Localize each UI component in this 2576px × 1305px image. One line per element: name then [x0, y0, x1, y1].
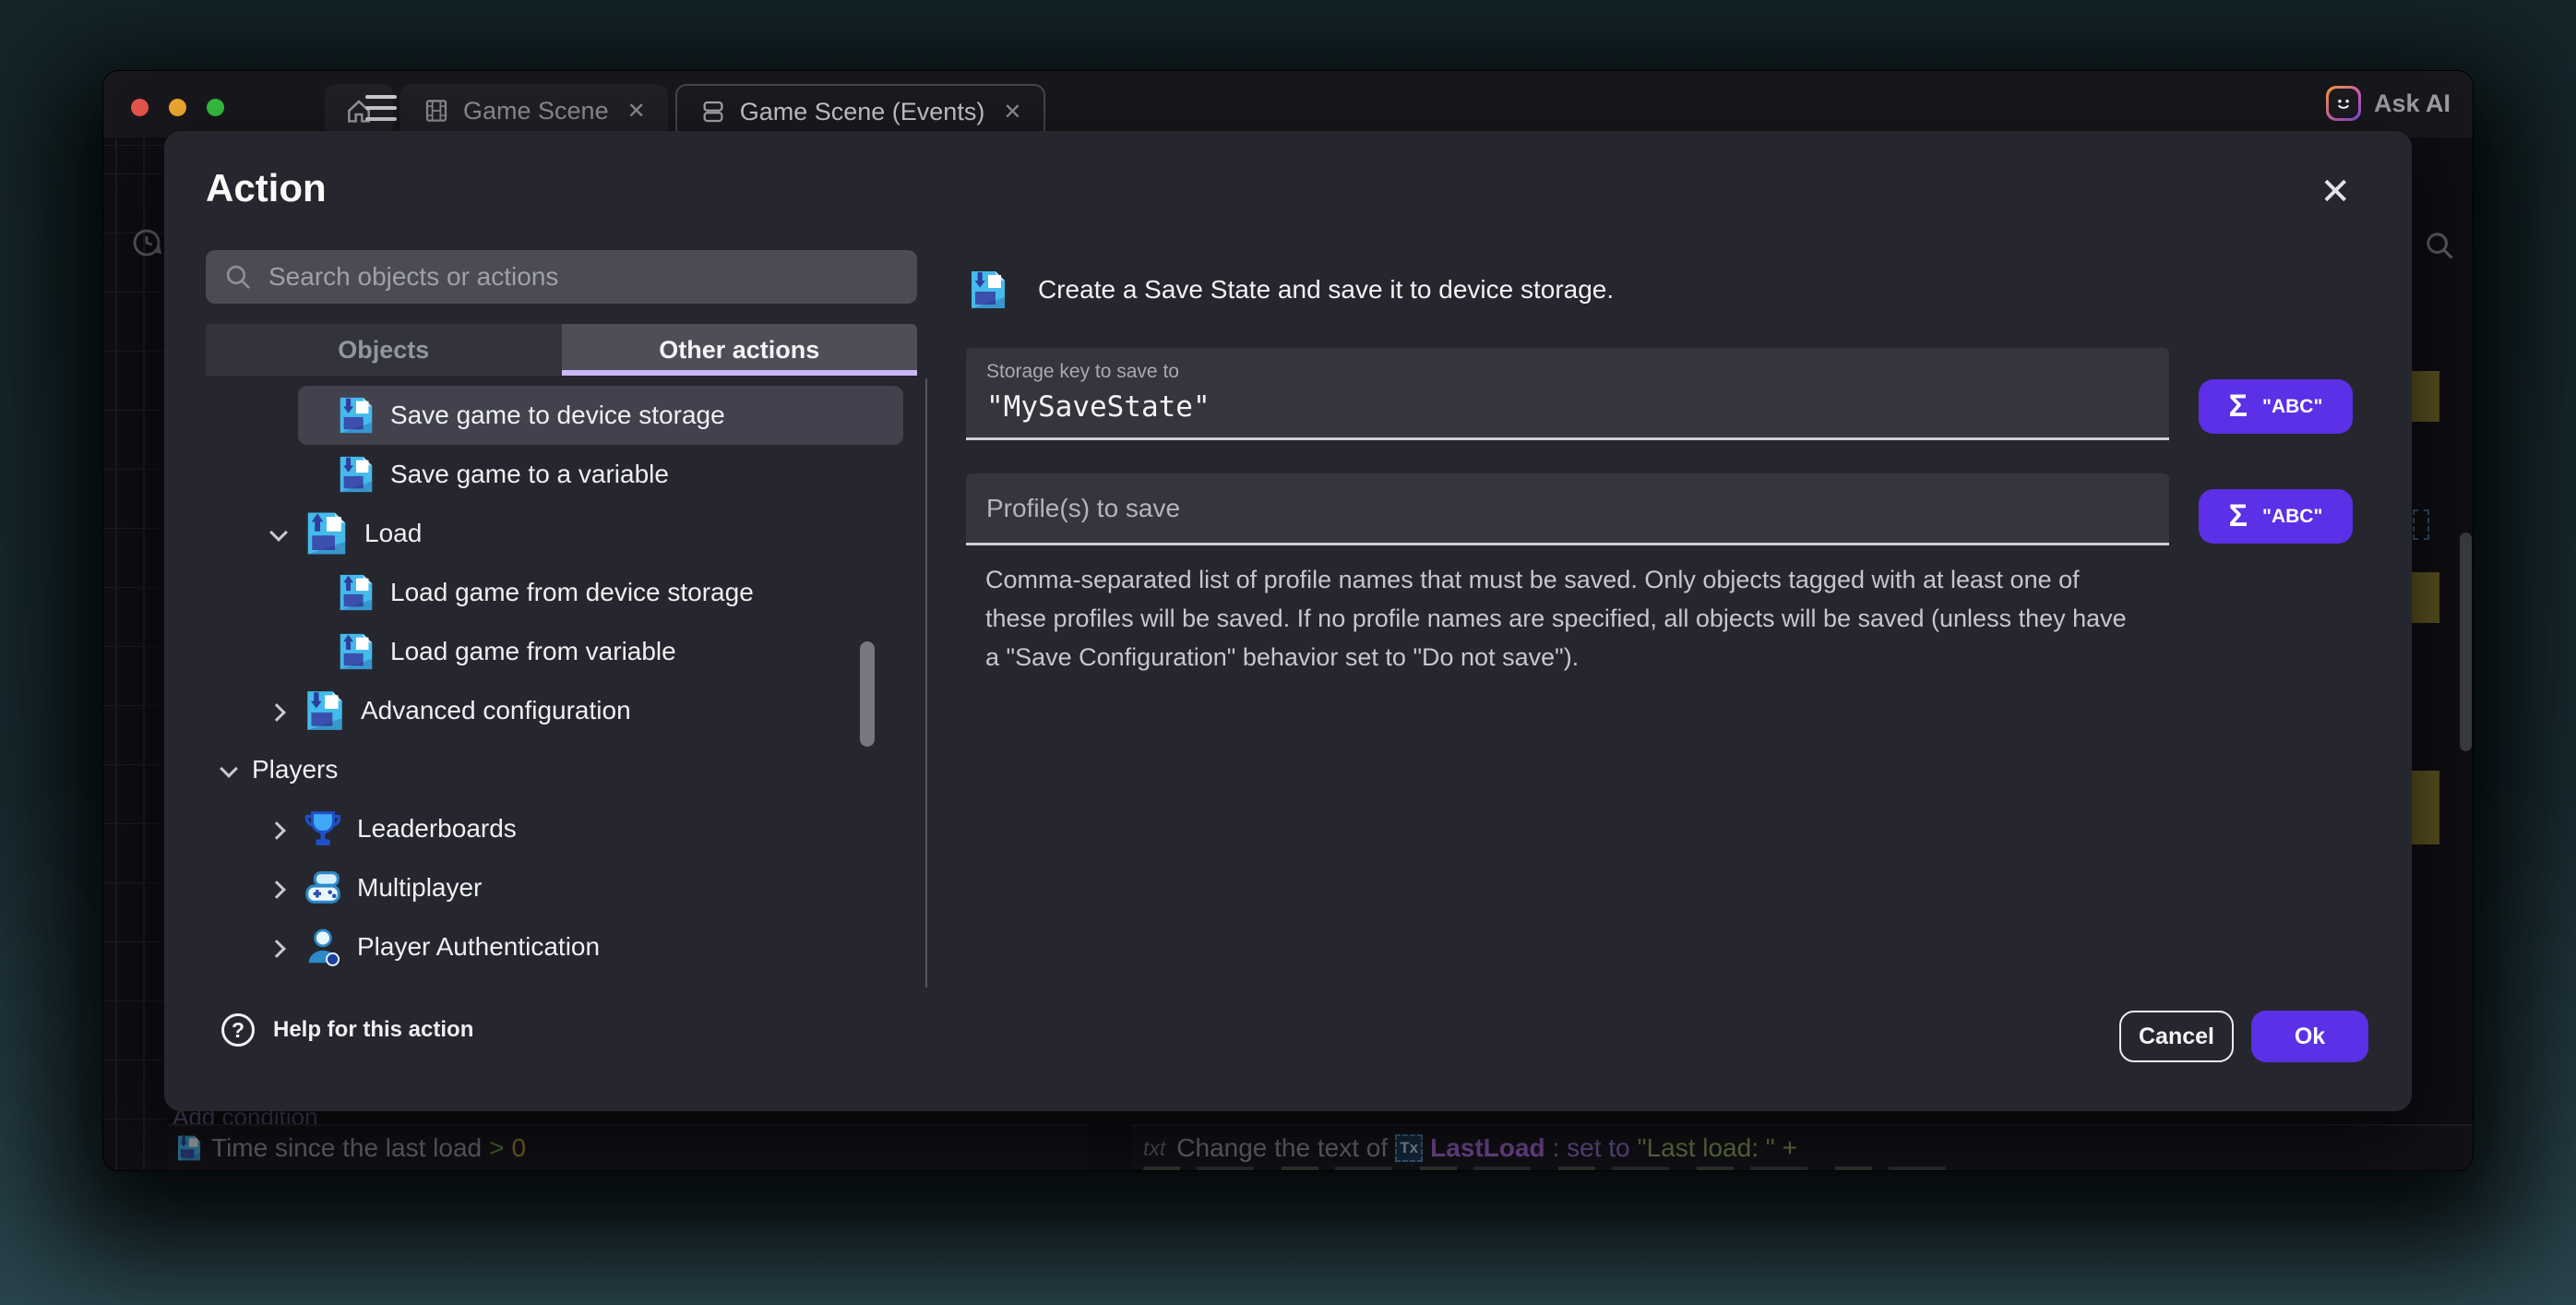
expression-builder-button[interactable]: Σ "ABC" [2199, 379, 2353, 434]
desktop: Game Scene ✕ Game Scene (Events) ✕ Ask A… [0, 0, 2576, 1305]
actions-tree: Save game to device storage Save game to… [206, 386, 903, 995]
chevron-down-icon[interactable] [267, 522, 289, 545]
search-icon [222, 261, 254, 293]
person-icon [302, 926, 344, 968]
close-dialog-icon[interactable]: ✕ [2320, 174, 2351, 210]
cancel-button[interactable]: Cancel [2119, 1011, 2234, 1062]
expression-builder-label: "ABC" [2262, 506, 2322, 528]
expression-builder-label: "ABC" [2262, 396, 2322, 418]
list-item-label: Load game from variable [390, 637, 676, 666]
expression-builder-button[interactable]: Σ "ABC" [2199, 489, 2353, 544]
help-icon: ? [221, 1013, 255, 1047]
chevron-down-icon[interactable] [217, 759, 239, 781]
profiles-field[interactable]: Profile(s) to save [966, 473, 2169, 545]
tab-label: Game Scene [463, 97, 609, 126]
ask-ai-button[interactable]: Ask AI [2326, 86, 2451, 121]
close-tab-icon[interactable]: ✕ [627, 98, 646, 125]
tab-objects-label: Objects [338, 336, 429, 365]
list-item-label: Load game from device storage [390, 578, 754, 607]
close-window-button[interactable] [131, 99, 149, 116]
list-item-load-game-from-variable[interactable]: Load game from variable [206, 622, 903, 681]
save-icon [302, 688, 348, 734]
tab-game-scene[interactable]: Game Scene ✕ [400, 84, 668, 138]
list-item-save-game-to-a-variable[interactable]: Save game to a variable [206, 445, 903, 504]
dialog-title: Action [206, 166, 327, 210]
traffic-lights [131, 99, 224, 116]
tab-game-scene-events[interactable]: Game Scene (Events) ✕ [675, 84, 1046, 138]
events-tab-icon [699, 98, 727, 126]
load-icon [335, 571, 377, 614]
chevron-right-icon[interactable] [267, 700, 289, 722]
group-advanced-configuration[interactable]: Advanced configuration [206, 681, 903, 740]
storage-key-label: Storage key to save to [986, 361, 2149, 383]
group-players[interactable]: Players [206, 740, 903, 799]
category-tabs: Objects Other actions [206, 324, 917, 376]
group-label: Player Authentication [357, 932, 600, 962]
action-description-text: Create a Save State and save it to devic… [1038, 275, 1614, 305]
save-icon [335, 394, 377, 437]
close-tab-icon[interactable]: ✕ [1003, 99, 1021, 126]
tab-objects[interactable]: Objects [206, 324, 562, 376]
minimize-window-button[interactable] [169, 99, 186, 116]
chevron-right-icon[interactable] [267, 818, 289, 840]
trophy-icon [302, 808, 344, 850]
action-description: Create a Save State and save it to devic… [966, 268, 1614, 312]
group-label: Players [252, 755, 338, 784]
search-placeholder: Search objects or actions [268, 262, 558, 292]
tab-other-actions-label: Other actions [659, 336, 819, 365]
sigma-icon: Σ [2229, 389, 2248, 425]
scene-tab-icon [423, 97, 450, 125]
group-label: Load [364, 519, 422, 548]
help-for-this-action-link[interactable]: ? Help for this action [221, 1013, 473, 1047]
chevron-right-icon[interactable] [267, 936, 289, 958]
list-item-label: Save game to device storage [390, 401, 725, 430]
save-icon [335, 453, 377, 496]
tree-scrollbar[interactable] [860, 641, 875, 747]
storage-key-value[interactable]: "MySaveState" [986, 390, 2149, 424]
panel-divider [925, 378, 927, 988]
list-item-label: Save game to a variable [390, 460, 669, 489]
gamepad-icon [302, 867, 344, 909]
title-bar: Game Scene ✕ Game Scene (Events) ✕ Ask A… [103, 71, 2473, 138]
search-input[interactable]: Search objects or actions [206, 250, 917, 304]
main-menu-icon[interactable] [365, 95, 397, 121]
action-dialog: Action ✕ Search objects or actions Objec… [164, 131, 2412, 1111]
help-link-label: Help for this action [273, 1017, 473, 1043]
save-icon [966, 268, 1010, 312]
list-item-save-game-to-device-storage[interactable]: Save game to device storage [298, 386, 903, 445]
storage-key-field[interactable]: Storage key to save to "MySaveState" [966, 348, 2169, 440]
group-multiplayer[interactable]: Multiplayer [206, 858, 903, 917]
ask-ai-label: Ask AI [2374, 90, 2451, 118]
group-player-authentication[interactable]: Player Authentication [206, 917, 903, 976]
group-label: Advanced configuration [361, 696, 631, 725]
ok-button[interactable]: Ok [2251, 1011, 2368, 1062]
maximize-window-button[interactable] [207, 99, 224, 116]
tab-label: Game Scene (Events) [740, 98, 985, 126]
group-leaderboards[interactable]: Leaderboards [206, 799, 903, 858]
group-label: Multiplayer [357, 873, 482, 903]
group-load[interactable]: Load [206, 504, 903, 563]
chevron-right-icon[interactable] [267, 877, 289, 899]
tab-other-actions[interactable]: Other actions [562, 324, 918, 376]
ask-ai-icon [2326, 86, 2361, 121]
load-icon [302, 509, 352, 558]
group-label: Leaderboards [357, 814, 517, 844]
profiles-help-text: Comma-separated list of profile names th… [985, 561, 2129, 677]
profiles-label: Profile(s) to save [986, 494, 1180, 523]
load-icon [335, 630, 377, 673]
sigma-icon: Σ [2229, 498, 2248, 534]
list-item-load-game-from-device-storage[interactable]: Load game from device storage [206, 563, 903, 622]
